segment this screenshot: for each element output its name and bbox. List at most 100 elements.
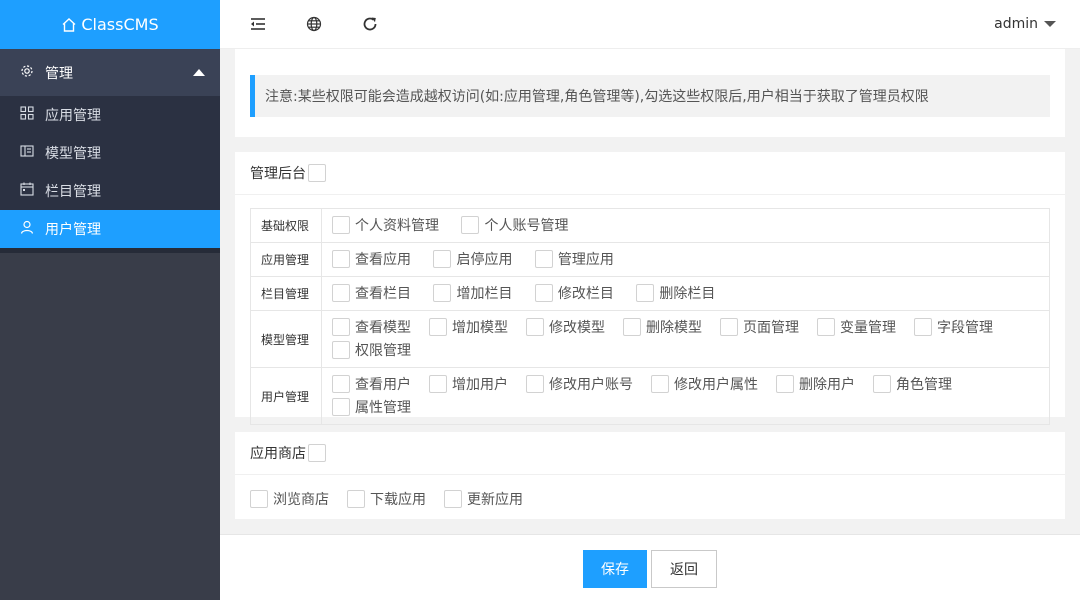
save-button[interactable]: 保存 bbox=[583, 550, 647, 588]
checkbox[interactable] bbox=[526, 375, 544, 393]
permission-checkbox[interactable]: 查看模型 bbox=[332, 317, 411, 337]
permission-checkbox[interactable]: 修改模型 bbox=[526, 317, 605, 337]
calendar-icon bbox=[20, 182, 45, 200]
checkbox[interactable] bbox=[636, 284, 655, 302]
top-header: admin bbox=[220, 0, 1080, 49]
table-row: 模型管理 查看模型 增加模型 修改模型 删除模型 页面管理 变量管理 字段管理 权限管理 bbox=[250, 310, 1050, 368]
sidebar-item-label: 用户管理 bbox=[45, 222, 101, 238]
checkbox[interactable] bbox=[873, 375, 891, 393]
checkbox[interactable] bbox=[429, 375, 447, 393]
sidebar-item-apps[interactable]: 应用管理 bbox=[0, 96, 220, 134]
permission-checkbox[interactable]: 角色管理 bbox=[873, 374, 952, 394]
checkbox[interactable] bbox=[461, 216, 480, 234]
select-all-store-checkbox[interactable] bbox=[308, 444, 326, 462]
permission-checkbox[interactable]: 变量管理 bbox=[817, 317, 896, 337]
permission-label: 变量管理 bbox=[840, 320, 896, 336]
subnav: 应用管理 模型管理 栏目管理 用户管理 bbox=[0, 96, 220, 248]
table-row: 应用管理 查看应用 启停应用 管理应用 bbox=[250, 242, 1050, 277]
sidebar-item-users[interactable]: 用户管理 bbox=[0, 210, 220, 248]
user-menu[interactable]: admin bbox=[994, 16, 1056, 32]
sidebar-item-label: 应用管理 bbox=[45, 108, 101, 124]
permission-checkbox[interactable]: 删除模型 bbox=[623, 317, 702, 337]
sidebar-item-columns[interactable]: 栏目管理 bbox=[0, 172, 220, 210]
checkbox[interactable] bbox=[776, 375, 794, 393]
form-footer: 保存 返回 bbox=[220, 534, 1080, 600]
menu-collapse-icon[interactable] bbox=[250, 16, 266, 36]
permission-label: 下载应用 bbox=[370, 492, 426, 508]
permission-label: 浏览商店 bbox=[273, 492, 329, 508]
globe-icon[interactable] bbox=[306, 16, 322, 36]
sidebar-item-models[interactable]: 模型管理 bbox=[0, 134, 220, 172]
permission-label: 查看应用 bbox=[355, 252, 411, 268]
permission-label: 管理应用 bbox=[557, 252, 614, 268]
checkbox[interactable] bbox=[817, 318, 835, 336]
checkbox[interactable] bbox=[332, 398, 350, 416]
section-title: 应用商店 bbox=[250, 446, 306, 462]
permission-checkbox[interactable]: 字段管理 bbox=[914, 317, 993, 337]
row-options: 查看应用 启停应用 管理应用 bbox=[321, 242, 1050, 277]
permission-label: 字段管理 bbox=[937, 320, 993, 336]
checkbox[interactable] bbox=[332, 375, 350, 393]
checkbox[interactable] bbox=[720, 318, 738, 336]
permission-label: 查看栏目 bbox=[355, 286, 411, 302]
permission-checkbox[interactable]: 修改栏目 bbox=[534, 283, 614, 303]
refresh-icon[interactable] bbox=[362, 16, 378, 36]
checkbox[interactable] bbox=[526, 318, 544, 336]
permission-label: 修改栏目 bbox=[557, 286, 614, 302]
nav-group-manage[interactable]: 管理 bbox=[0, 49, 220, 96]
permission-checkbox[interactable]: 增加栏目 bbox=[433, 283, 512, 303]
select-all-admin-checkbox[interactable] bbox=[308, 164, 326, 182]
permission-label: 查看用户 bbox=[355, 377, 411, 393]
checkbox[interactable] bbox=[347, 490, 365, 508]
permission-checkbox[interactable]: 更新应用 bbox=[444, 489, 523, 509]
caret-down-icon bbox=[1044, 21, 1056, 27]
permission-label: 页面管理 bbox=[743, 320, 799, 336]
permission-checkbox[interactable]: 增加模型 bbox=[429, 317, 508, 337]
permission-checkbox[interactable]: 删除栏目 bbox=[636, 283, 715, 303]
checkbox[interactable] bbox=[429, 318, 447, 336]
checkbox[interactable] bbox=[444, 490, 462, 508]
permission-checkbox[interactable]: 删除用户 bbox=[776, 374, 855, 394]
row-category: 模型管理 bbox=[250, 310, 322, 368]
app-store-card: 应用商店 浏览商店 下载应用 更新应用 bbox=[235, 432, 1065, 519]
row-category: 栏目管理 bbox=[250, 276, 322, 311]
checkbox[interactable] bbox=[332, 318, 350, 336]
notice-card: 注意:某些权限可能会造成越权访问(如:应用管理,角色管理等),勾选这些权限后,用… bbox=[235, 49, 1065, 137]
permission-checkbox[interactable]: 管理应用 bbox=[534, 249, 614, 269]
store-options: 浏览商店 下载应用 更新应用 bbox=[250, 489, 541, 509]
back-button[interactable]: 返回 bbox=[651, 550, 717, 588]
permission-checkbox[interactable]: 启停应用 bbox=[433, 249, 512, 269]
permission-checkbox[interactable]: 属性管理 bbox=[332, 397, 411, 417]
checkbox[interactable] bbox=[651, 375, 669, 393]
checkbox[interactable] bbox=[332, 216, 350, 234]
checkbox[interactable] bbox=[914, 318, 932, 336]
table-row: 栏目管理 查看栏目 增加栏目 修改栏目 删除栏目 bbox=[250, 276, 1050, 311]
permission-table: 基础权限 个人资料管理 个人账号管理 应用管理 查看应用 启停应用 管理应用 栏… bbox=[250, 208, 1050, 425]
checkbox[interactable] bbox=[433, 250, 452, 268]
checkbox[interactable] bbox=[433, 284, 452, 302]
permission-checkbox[interactable]: 修改用户账号 bbox=[526, 374, 633, 394]
row-category: 应用管理 bbox=[250, 242, 322, 277]
permission-checkbox[interactable]: 下载应用 bbox=[347, 489, 426, 509]
checkbox[interactable] bbox=[534, 250, 553, 268]
checkbox[interactable] bbox=[623, 318, 641, 336]
checkbox[interactable] bbox=[332, 284, 350, 302]
permission-checkbox[interactable]: 个人资料管理 bbox=[332, 215, 439, 235]
permission-label: 删除栏目 bbox=[659, 286, 716, 302]
permission-checkbox[interactable]: 个人账号管理 bbox=[461, 215, 568, 235]
permission-checkbox[interactable]: 查看用户 bbox=[332, 374, 411, 394]
checkbox[interactable] bbox=[332, 250, 350, 268]
permission-checkbox[interactable]: 查看栏目 bbox=[332, 283, 411, 303]
permission-checkbox[interactable]: 修改用户属性 bbox=[651, 374, 758, 394]
checkbox[interactable] bbox=[250, 490, 268, 508]
permission-checkbox[interactable]: 增加用户 bbox=[429, 374, 508, 394]
app-logo[interactable]: ClassCMS bbox=[0, 0, 220, 49]
permission-checkbox[interactable]: 页面管理 bbox=[720, 317, 799, 337]
permission-checkbox[interactable]: 浏览商店 bbox=[250, 489, 329, 509]
checkbox[interactable] bbox=[332, 341, 350, 359]
permission-checkbox[interactable]: 权限管理 bbox=[332, 340, 411, 360]
row-options: 查看模型 增加模型 修改模型 删除模型 页面管理 变量管理 字段管理 权限管理 bbox=[321, 310, 1050, 368]
section-title: 管理后台 bbox=[250, 166, 306, 182]
checkbox[interactable] bbox=[534, 284, 553, 302]
permission-checkbox[interactable]: 查看应用 bbox=[332, 249, 411, 269]
